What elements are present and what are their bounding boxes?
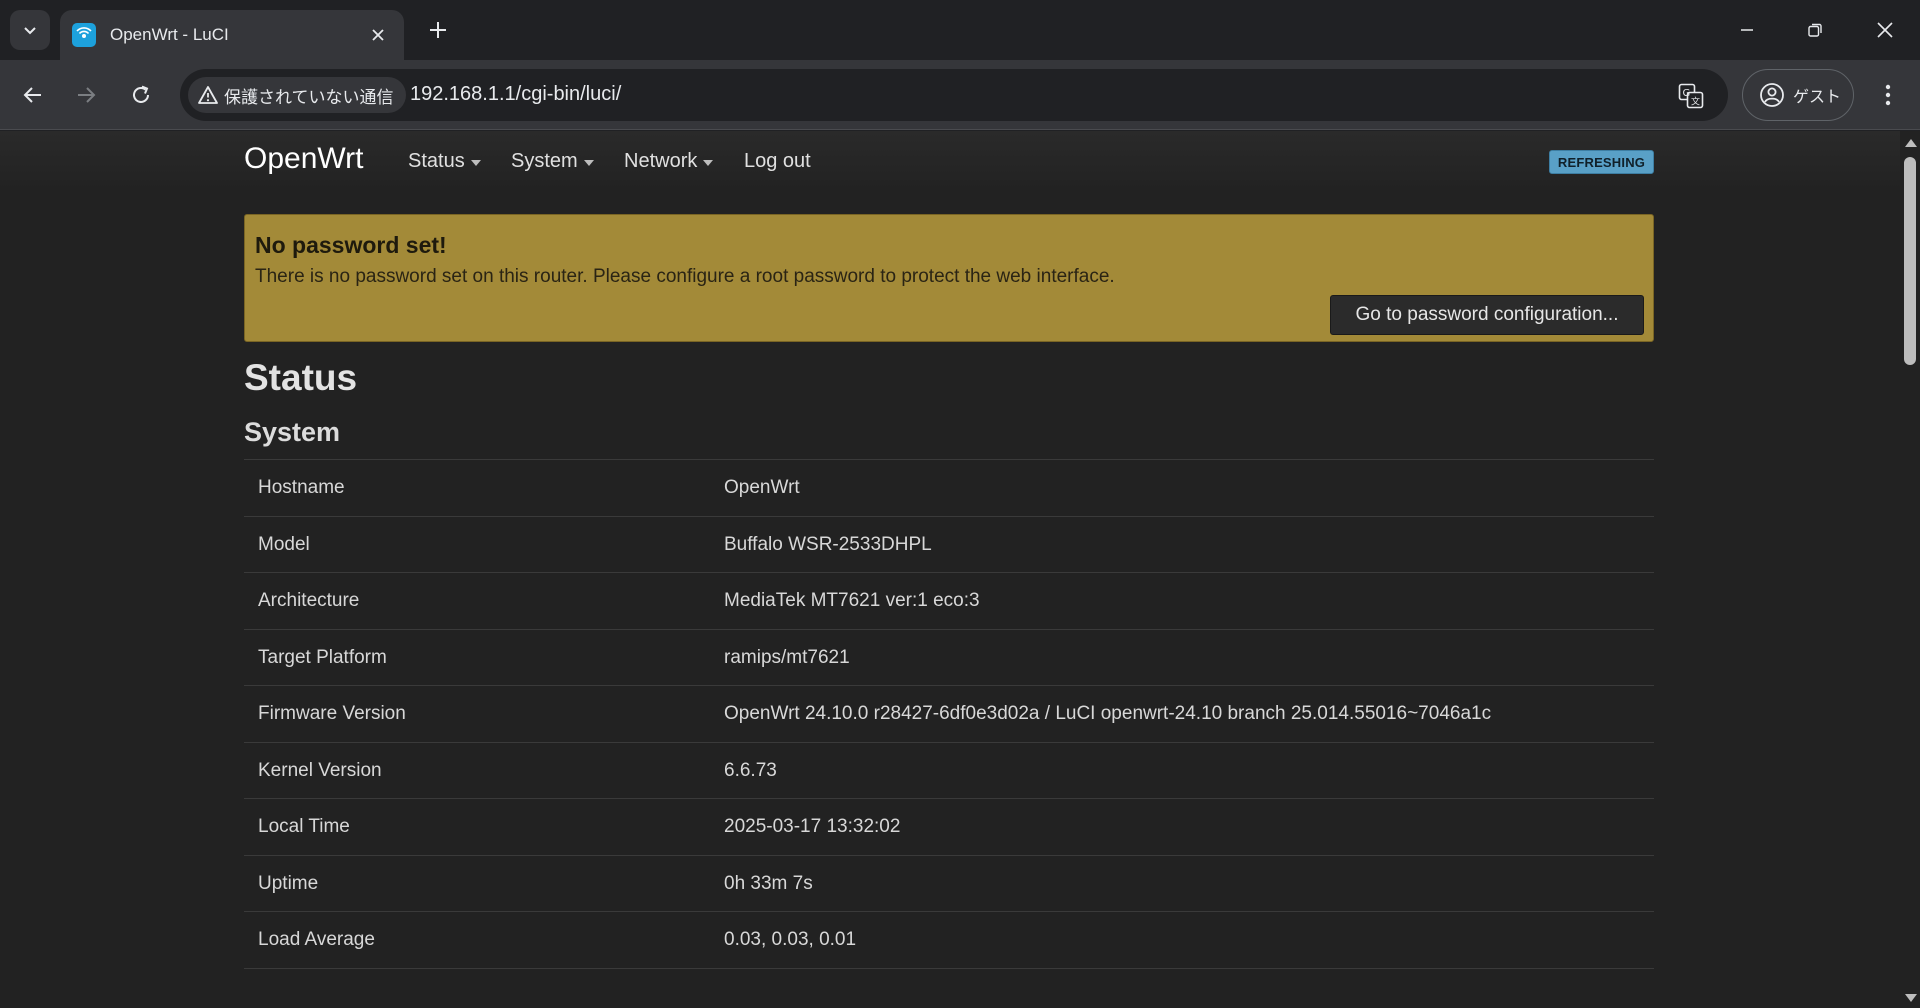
row-value: ramips/mt7621 [724,646,850,668]
row-value: 6.6.73 [724,759,777,781]
row-key: Uptime [258,872,319,894]
profile-button[interactable]: ゲスト [1742,69,1854,121]
nav-menu-label: Status [408,150,465,172]
caret-down-icon [703,159,714,166]
tab-title: OpenWrt - LuCI [110,25,229,44]
row-key: Load Average [258,929,375,950]
nav-menu-system[interactable]: System [511,150,594,173]
translate-icon[interactable]: G 文 [1676,81,1706,111]
security-label: 保護されていない通信 [224,87,394,107]
scrollbar-thumb[interactable] [1904,157,1916,365]
page-viewport: OpenWrt Status System Network Log out RE… [0,131,1920,1008]
forward-button[interactable] [66,75,106,115]
row-value: 0.03, 0.03, 0.01 [724,929,857,950]
url-text[interactable]: 192.168.1.1/cgi-bin/luci/ [410,83,621,106]
svg-text:文: 文 [1691,96,1700,108]
row-value: OpenWrt 24.10.0 r28427-6df0e3d02a / LuCI… [724,703,1492,724]
alert-message: There is no password set on this router.… [255,266,1115,287]
restore-icon [1808,23,1822,37]
nav-menu-label: Log out [744,150,811,172]
caret-down-icon [470,159,481,166]
go-to-password-config-button[interactable]: Go to password configuration... [1330,295,1644,335]
scroll-down-arrow-icon[interactable] [1905,994,1917,1002]
browser-menu-button[interactable] [1870,75,1906,115]
address-bar[interactable]: 保護されていない通信 192.168.1.1/cgi-bin/luci/ G 文 [180,69,1728,121]
row-value: 2025-03-17 13:32:02 [724,816,901,837]
refreshing-badge[interactable]: REFRESHING [1549,150,1654,174]
nav-logout[interactable]: Log out [744,150,811,173]
table-row: Load Average 0.03, 0.03, 0.01 [244,912,1654,969]
table-row: Local Time 2025-03-17 13:32:02 [244,799,1654,856]
nav-menu-label: System [511,150,578,172]
password-warning-alert: No password set! There is no password se… [244,214,1654,342]
row-value: Buffalo WSR-2533DHPL [724,533,932,555]
table-row: Hostname OpenWrt [244,460,1654,517]
system-info-table: Hostname OpenWrt Model Buffalo WSR-2533D… [244,459,1654,969]
tab-close-button[interactable] [364,21,392,49]
browser-toolbar: 保護されていない通信 192.168.1.1/cgi-bin/luci/ G 文… [0,60,1920,130]
close-icon [372,29,384,41]
security-chip[interactable]: 保護されていない通信 [188,77,406,113]
row-key: Architecture [258,590,360,611]
nav-menu-network[interactable]: Network [624,150,714,173]
back-button[interactable] [13,75,53,115]
new-tab-button[interactable] [422,14,454,46]
table-row: Architecture MediaTek MT7621 ver:1 eco:3 [244,573,1654,630]
browser-tab-active[interactable]: OpenWrt - LuCI [60,10,404,60]
svg-text:G: G [1683,88,1691,99]
table-row: Kernel Version 6.6.73 [244,743,1654,799]
row-key: Kernel Version [258,759,382,781]
plus-icon [430,22,446,38]
nav-menu-status[interactable]: Status [408,150,481,173]
table-row: Model Buffalo WSR-2533DHPL [244,517,1654,573]
table-row: Target Platform ramips/mt7621 [244,630,1654,686]
row-key: Firmware Version [258,703,406,724]
brand-logo[interactable]: OpenWrt [244,142,364,176]
arrow-right-icon [78,87,96,103]
close-window-button[interactable] [1862,8,1908,52]
tab-search-button[interactable] [10,10,50,50]
chevron-down-icon [24,27,36,35]
reload-icon [133,85,149,103]
alert-title: No password set! [255,232,447,258]
profile-label: ゲスト [1793,89,1842,106]
browser-tabstrip: OpenWrt - LuCI [0,0,1920,60]
close-icon [1877,22,1893,38]
account-circle-icon [1760,83,1784,107]
row-value: OpenWrt [724,477,800,498]
table-row: Uptime 0h 33m 7s [244,856,1654,912]
minimize-button[interactable] [1724,8,1770,52]
warning-icon [198,86,218,104]
row-key: Model [258,533,310,555]
caret-down-icon [583,159,594,166]
more-vertical-icon [1885,84,1891,106]
nav-menu-label: Network [624,150,698,172]
page-title: Status [244,357,358,398]
arrow-left-icon [23,87,41,103]
table-row: Firmware Version OpenWrt 24.10.0 r28427-… [244,686,1654,743]
row-key: Target Platform [258,646,387,668]
row-value: MediaTek MT7621 ver:1 eco:3 [724,590,980,611]
section-title-system: System [244,417,341,447]
reload-button[interactable] [121,75,161,115]
page-scrollbar[interactable] [1900,131,1920,1008]
restore-button[interactable] [1792,8,1838,52]
openwrt-favicon-icon [72,23,96,47]
scroll-up-arrow-icon[interactable] [1905,139,1917,147]
row-value: 0h 33m 7s [724,872,813,894]
minimize-icon [1741,29,1753,31]
row-key: Hostname [258,477,345,498]
row-key: Local Time [258,816,350,837]
